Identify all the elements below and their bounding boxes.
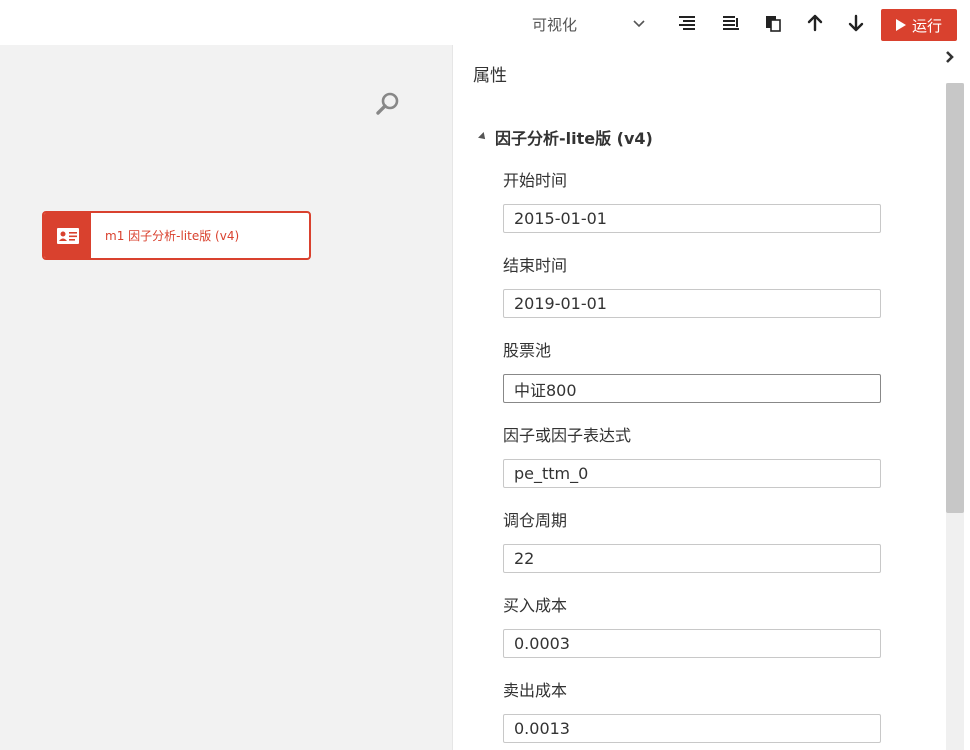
align-top-icon <box>678 14 696 36</box>
rebalance-period-input[interactable] <box>503 544 881 573</box>
align-bottom-icon <box>722 14 740 36</box>
arrow-up-icon <box>807 14 823 36</box>
factor-expression-input[interactable] <box>503 459 881 488</box>
start-date-input[interactable] <box>503 204 881 233</box>
run-label: 运行 <box>911 16 942 35</box>
paste-button[interactable] <box>760 12 786 38</box>
panel-title: 属性 <box>473 66 507 86</box>
field-label: 因子或因子表达式 <box>503 426 632 445</box>
scrollbar-thumb[interactable] <box>946 83 964 513</box>
collapse-panel-icon[interactable] <box>940 47 960 67</box>
field-buy-cost: 买入成本 <box>503 595 883 658</box>
stock-pool-input[interactable] <box>503 374 881 403</box>
paste-icon <box>764 14 782 36</box>
search-icon[interactable] <box>374 90 402 118</box>
id-card-icon <box>44 213 91 258</box>
field-rebalance-period: 调仓周期 <box>503 510 883 573</box>
arrow-down-icon <box>848 14 864 36</box>
field-label: 股票池 <box>503 341 552 360</box>
align-top-button[interactable] <box>674 12 700 38</box>
field-label: 开始时间 <box>503 171 568 190</box>
module-node-label: m1 因子分析-lite版 (v4) <box>105 229 240 243</box>
field-stock-pool: 股票池 <box>503 340 883 403</box>
field-end-date: 结束时间 <box>503 255 883 318</box>
play-icon <box>895 19 906 31</box>
properties-panel: 属性 因子分析-lite版 (v4) 开始时间 结束时间 股票池 因子或因子表达… <box>452 45 944 750</box>
workflow-canvas[interactable]: m1 因子分析-lite版 (v4) <box>0 45 452 750</box>
caret-down-icon <box>478 132 488 142</box>
field-label: 卖出成本 <box>503 681 568 700</box>
field-sell-cost: 卖出成本 <box>503 680 883 743</box>
view-mode-value: 可视化 <box>532 15 578 34</box>
field-label: 调仓周期 <box>503 511 568 530</box>
move-up-button[interactable] <box>802 12 828 38</box>
field-start-date: 开始时间 <box>503 170 883 233</box>
section-toggle[interactable]: 因子分析-lite版 (v4) <box>478 125 653 149</box>
end-date-input[interactable] <box>503 289 881 318</box>
field-factor-expression: 因子或因子表达式 <box>503 425 883 488</box>
toolbar: 可视化 运行 <box>0 0 970 45</box>
buy-cost-input[interactable] <box>503 629 881 658</box>
module-node-m1[interactable]: m1 因子分析-lite版 (v4) <box>42 211 311 260</box>
move-down-button[interactable] <box>843 12 869 38</box>
view-mode-select[interactable]: 可视化 <box>520 10 655 38</box>
chevron-down-icon <box>633 17 645 32</box>
field-label: 买入成本 <box>503 596 568 615</box>
align-bottom-button[interactable] <box>718 12 744 38</box>
section-title: 因子分析-lite版 (v4) <box>495 129 653 148</box>
sell-cost-input[interactable] <box>503 714 881 743</box>
field-label: 结束时间 <box>503 256 568 275</box>
run-button[interactable]: 运行 <box>881 9 957 41</box>
